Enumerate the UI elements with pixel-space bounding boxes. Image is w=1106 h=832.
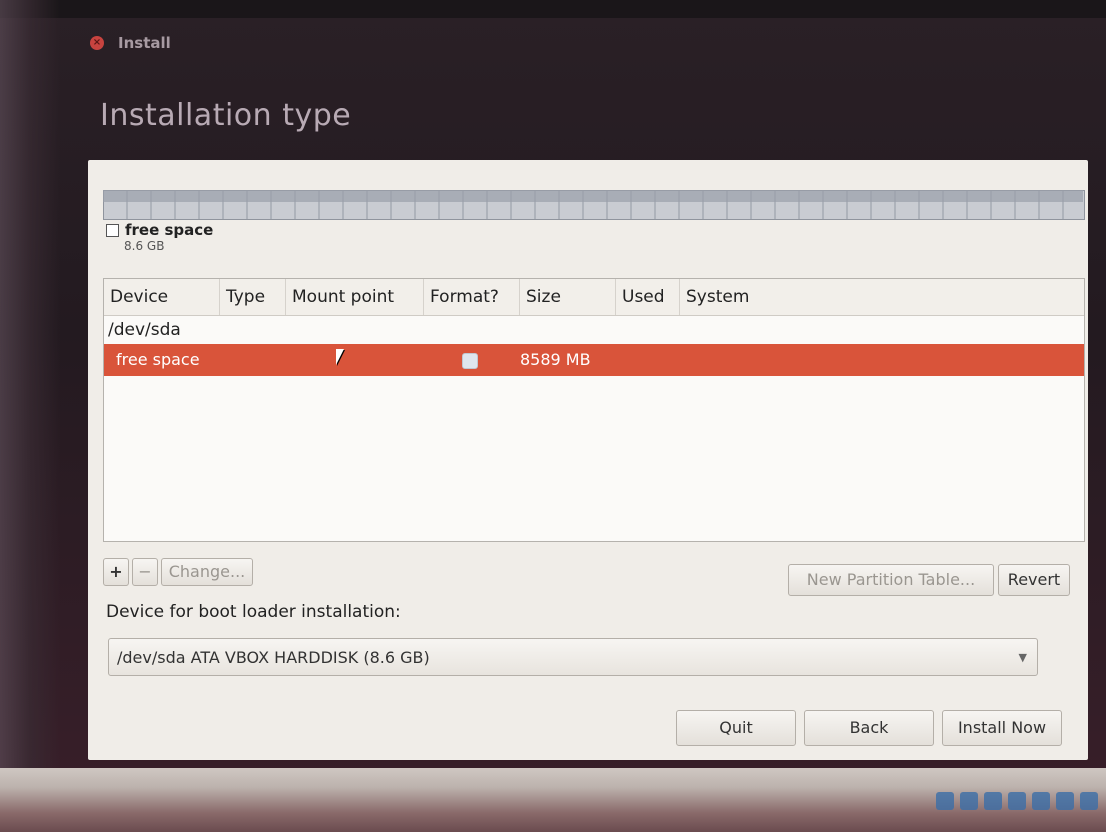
main-panel: free space 8.6 GB Device Type Mount poin…: [88, 160, 1088, 760]
close-icon[interactable]: ×: [90, 36, 104, 50]
folder-icon[interactable]: [1032, 792, 1050, 810]
revert-button[interactable]: Revert: [998, 564, 1070, 596]
vm-tray: [936, 792, 1098, 810]
monitor-bezel-left: [0, 0, 60, 832]
back-button[interactable]: Back: [804, 710, 934, 746]
column-header-used[interactable]: Used: [616, 279, 680, 315]
column-header-format[interactable]: Format?: [424, 279, 520, 315]
column-header-system[interactable]: System: [680, 279, 1084, 315]
column-header-device[interactable]: Device: [104, 279, 220, 315]
cell-size: 8589 MB: [520, 350, 591, 369]
cell-type: [220, 344, 286, 376]
boot-loader-select[interactable]: /dev/sda ATA VBOX HARDDISK (8.6 GB) ▼: [108, 638, 1038, 676]
cell-system: [680, 344, 1084, 376]
display-icon[interactable]: [1056, 792, 1074, 810]
table-row-device[interactable]: /dev/sda: [104, 316, 1084, 344]
new-partition-table-button[interactable]: New Partition Table...: [788, 564, 994, 596]
quit-button[interactable]: Quit: [676, 710, 796, 746]
column-header-size[interactable]: Size: [520, 279, 616, 315]
legend-size: 8.6 GB: [124, 239, 165, 253]
partition-action-buttons: + − Change...: [103, 558, 253, 586]
cell-mount-point: [286, 344, 424, 376]
disk-legend: free space 8.6 GB: [106, 221, 213, 253]
cell-used: [616, 344, 680, 376]
vm-status-bar: [0, 768, 1106, 832]
window-title: Install: [118, 34, 171, 52]
chevron-down-icon: ▼: [1018, 651, 1027, 664]
column-header-type[interactable]: Type: [220, 279, 286, 315]
cell-device: free space: [116, 350, 200, 369]
boot-loader-label: Device for boot loader installation:: [106, 602, 401, 622]
table-row-selected[interactable]: free space 8589 MB: [104, 344, 1084, 376]
install-now-button[interactable]: Install Now: [942, 710, 1062, 746]
column-header-mount-point[interactable]: Mount point: [286, 279, 424, 315]
window-titlebar: × Install: [90, 34, 171, 52]
table-header: Device Type Mount point Format? Size Use…: [104, 279, 1084, 316]
page-title: Installation type: [100, 98, 352, 133]
partition-table[interactable]: Device Type Mount point Format? Size Use…: [103, 278, 1085, 542]
harddisk-icon[interactable]: [936, 792, 954, 810]
disk-usage-bar-highlight: [103, 190, 1083, 202]
boot-loader-value: /dev/sda ATA VBOX HARDDISK (8.6 GB): [117, 648, 430, 667]
free-space-swatch: [106, 223, 119, 237]
change-partition-button[interactable]: Change...: [161, 558, 253, 586]
legend-label: free space: [125, 221, 214, 239]
format-checkbox[interactable]: [462, 353, 478, 369]
usb-icon[interactable]: [984, 792, 1002, 810]
remove-partition-button[interactable]: −: [132, 558, 158, 586]
network-icon[interactable]: [1008, 792, 1026, 810]
mouse-icon[interactable]: [1080, 792, 1098, 810]
cdrom-icon[interactable]: [960, 792, 978, 810]
add-partition-button[interactable]: +: [103, 558, 129, 586]
mouse-cursor-icon: [336, 349, 352, 365]
cell-format: [424, 344, 520, 376]
monitor-bezel: [0, 0, 1106, 18]
